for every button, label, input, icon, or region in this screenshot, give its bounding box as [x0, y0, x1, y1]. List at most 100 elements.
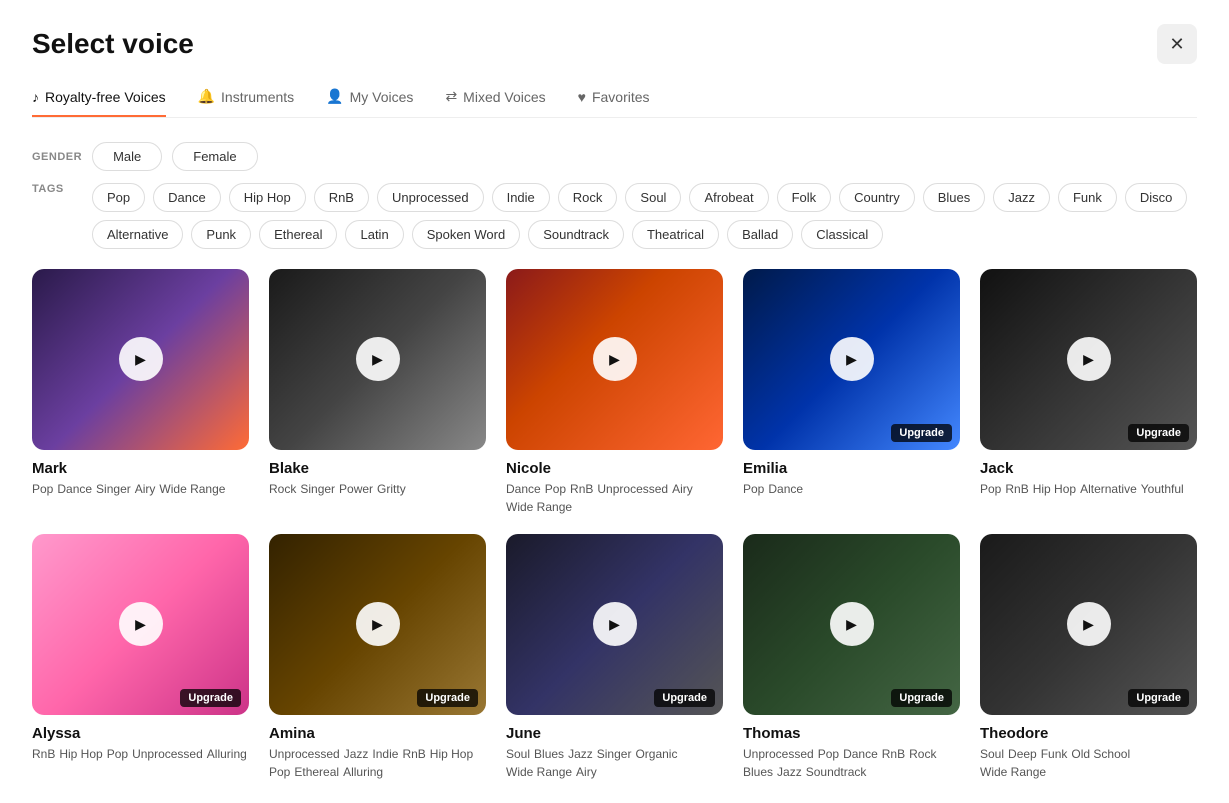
tag-pop[interactable]: Pop — [92, 183, 145, 212]
tag-punk[interactable]: Punk — [191, 220, 251, 249]
voice-thumbnail-june: ▶ Upgrade — [506, 534, 723, 715]
voice-tags-jack: Pop RnB Hip Hop Alternative Youthful — [980, 482, 1197, 496]
voice-tag-item: Alluring — [207, 747, 247, 761]
close-button[interactable]: ✕ — [1157, 24, 1197, 64]
tag-folk[interactable]: Folk — [777, 183, 832, 212]
tag-hip-hop[interactable]: Hip Hop — [229, 183, 306, 212]
tag-spoken-word[interactable]: Spoken Word — [412, 220, 521, 249]
person-icon: 👤 — [326, 88, 343, 105]
voice-thumbnail-blake: ▶ — [269, 269, 486, 450]
voice-tag-item: RnB — [402, 747, 425, 761]
tag-ethereal[interactable]: Ethereal — [259, 220, 337, 249]
voice-tag-item: Deep — [1008, 747, 1037, 761]
voice-tag-item: RnB — [1005, 482, 1028, 496]
tag-blues[interactable]: Blues — [923, 183, 986, 212]
voice-card-theodore[interactable]: ▶UpgradeTheodoreSoul Deep Funk Old Schoo… — [980, 534, 1197, 779]
voice-card-nicole[interactable]: ▶NicoleDance Pop RnB Unprocessed Airy Wi… — [506, 269, 723, 514]
voice-card-amina[interactable]: ▶UpgradeAminaUnprocessed Jazz Indie RnB … — [269, 534, 486, 779]
voice-tags-nicole: Dance Pop RnB Unprocessed Airy Wide Rang… — [506, 482, 723, 514]
voice-tag-item: Soul — [980, 747, 1004, 761]
voice-card-thomas[interactable]: ▶UpgradeThomasUnprocessed Pop Dance RnB … — [743, 534, 960, 779]
tab-mixed-voices[interactable]: ⇄ Mixed Voices — [445, 88, 545, 117]
play-button-blake[interactable]: ▶ — [356, 337, 400, 381]
upgrade-badge-june: Upgrade — [654, 689, 715, 707]
tag-alternative[interactable]: Alternative — [92, 220, 183, 249]
voice-card-blake[interactable]: ▶ Blake Rock Singer Power Gritty — [269, 269, 486, 514]
voice-tag-item: Wide Range — [159, 482, 225, 496]
voice-tag-item: Pop — [980, 482, 1001, 496]
shuffle-icon: ⇄ — [445, 88, 457, 105]
tag-theatrical[interactable]: Theatrical — [632, 220, 719, 249]
tab-my-voices[interactable]: 👤 My Voices — [326, 88, 413, 117]
voice-tag-item: Blues — [534, 747, 564, 761]
tag-disco[interactable]: Disco — [1125, 183, 1188, 212]
play-button-nicole[interactable]: ▶ — [593, 337, 637, 381]
music-icon: ♪ — [32, 89, 39, 105]
voice-tag-item: Singer — [300, 482, 335, 496]
tag-latin[interactable]: Latin — [345, 220, 403, 249]
voice-thumbnail-amina: ▶ Upgrade — [269, 534, 486, 715]
play-button-june[interactable]: ▶ — [593, 602, 637, 646]
voice-thumbnail-thomas: ▶ Upgrade — [743, 534, 960, 715]
voice-name-june: June — [506, 725, 723, 742]
voice-card-alyssa[interactable]: ▶ Upgrade Alyssa RnB Hip Hop Pop Unprocesse… — [32, 534, 249, 779]
voice-tag-item: Unprocessed — [597, 482, 668, 496]
tag-funk[interactable]: Funk — [1058, 183, 1117, 212]
tag-dance[interactable]: Dance — [153, 183, 221, 212]
tag-classical[interactable]: Classical — [801, 220, 883, 249]
voice-tag-item: Rock — [269, 482, 296, 496]
voice-tag-item: Gritty — [377, 482, 406, 496]
voice-name-alyssa: Alyssa — [32, 725, 249, 742]
voice-card-june[interactable]: ▶UpgradeJuneSoul Blues Jazz Singer Organ… — [506, 534, 723, 779]
voice-tags-mark: Pop Dance Singer Airy Wide Range — [32, 482, 249, 496]
voice-thumbnail-alyssa: ▶ Upgrade — [32, 534, 249, 715]
tag-soul[interactable]: Soul — [625, 183, 681, 212]
play-button-thomas[interactable]: ▶ — [830, 602, 874, 646]
voice-name-jack: Jack — [980, 460, 1197, 477]
tags-label: TAGS — [32, 183, 82, 195]
tab-royalty-free[interactable]: ♪ Royalty-free Voices — [32, 88, 166, 117]
tags-filter-group: TAGS Pop Dance Hip Hop RnB Unprocessed Indie R… — [32, 183, 1197, 249]
gender-male-button[interactable]: Male — [92, 142, 162, 171]
voice-name-blake: Blake — [269, 460, 486, 477]
tag-soundtrack[interactable]: Soundtrack — [528, 220, 624, 249]
gender-female-button[interactable]: Female — [172, 142, 257, 171]
tag-afrobeat[interactable]: Afrobeat — [689, 183, 768, 212]
tag-ballad[interactable]: Ballad — [727, 220, 793, 249]
voice-card-emilia[interactable]: ▶UpgradeEmiliaPop Dance — [743, 269, 960, 514]
voice-tag-item: Ethereal — [294, 765, 339, 779]
voice-tag-item: Hip Hop — [430, 747, 473, 761]
play-button-theodore[interactable]: ▶ — [1067, 602, 1111, 646]
tag-unprocessed[interactable]: Unprocessed — [377, 183, 484, 212]
tab-favorites[interactable]: ♥ Favorites — [578, 88, 650, 117]
voice-tags-thomas: Unprocessed Pop Dance RnB Rock Blues Jaz… — [743, 747, 960, 779]
voice-tag-item: Unprocessed — [743, 747, 814, 761]
voice-thumbnail-emilia: ▶Upgrade — [743, 269, 960, 450]
upgrade-badge-amina: Upgrade — [417, 689, 478, 707]
voice-tag-item: Airy — [135, 482, 156, 496]
play-button-mark[interactable]: ▶ — [119, 337, 163, 381]
voice-card-jack[interactable]: ▶Upgrade Jack Pop RnB Hip Hop Alternative … — [980, 269, 1197, 514]
voice-tag-item: Hip Hop — [1033, 482, 1076, 496]
tag-rnb[interactable]: RnB — [314, 183, 369, 212]
play-button-alyssa[interactable]: ▶ — [119, 602, 163, 646]
upgrade-badge-alyssa: Upgrade — [180, 689, 241, 707]
play-button-emilia[interactable]: ▶ — [830, 337, 874, 381]
voice-tag-item: Pop — [107, 747, 128, 761]
voice-card-mark[interactable]: ▶ Mark Pop Dance Singer Airy Wide Range — [32, 269, 249, 514]
tag-rock[interactable]: Rock — [558, 183, 618, 212]
voice-tags-alyssa: RnB Hip Hop Pop Unprocessed Alluring — [32, 747, 249, 761]
voice-tag-item: Power — [339, 482, 373, 496]
voice-tag-item: RnB — [570, 482, 593, 496]
play-button-jack[interactable]: ▶ — [1067, 337, 1111, 381]
tag-indie[interactable]: Indie — [492, 183, 550, 212]
tag-country[interactable]: Country — [839, 183, 915, 212]
play-button-amina[interactable]: ▶ — [356, 602, 400, 646]
tab-instruments[interactable]: 🔔 Instruments — [198, 88, 295, 117]
voice-thumbnail-jack: ▶Upgrade — [980, 269, 1197, 450]
voice-tag-item: Rock — [909, 747, 936, 761]
tag-jazz[interactable]: Jazz — [993, 183, 1050, 212]
upgrade-badge-thomas: Upgrade — [891, 689, 952, 707]
voice-name-mark: Mark — [32, 460, 249, 477]
gender-filter-group: GENDER Male Female — [32, 142, 1197, 171]
